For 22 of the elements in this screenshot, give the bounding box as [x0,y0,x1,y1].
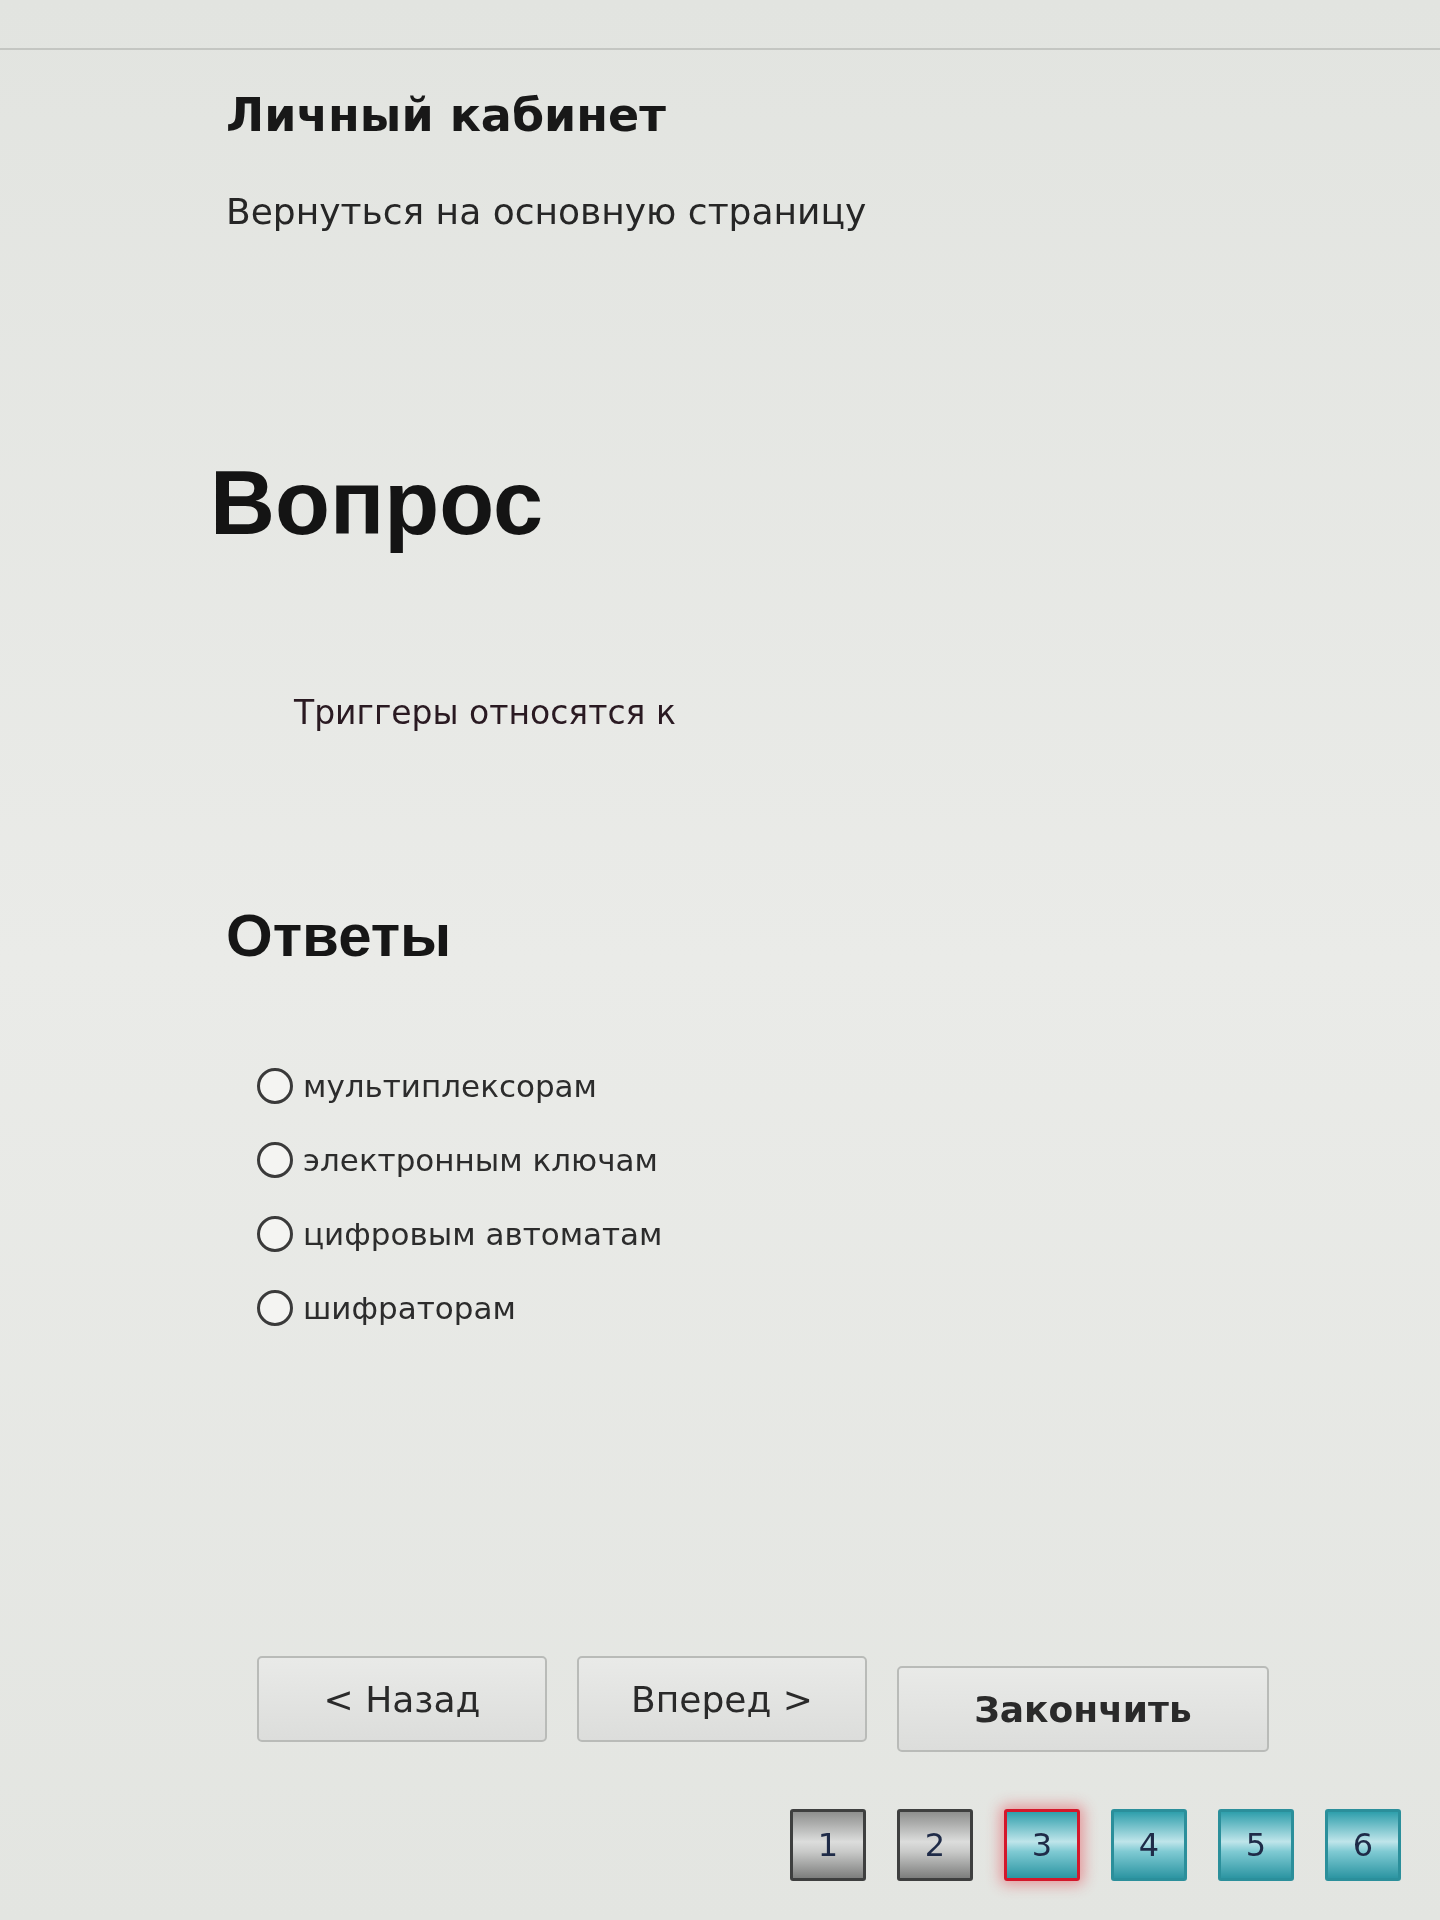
finish-button[interactable]: Закончить [897,1666,1269,1752]
back-to-main-link[interactable]: Вернуться на основную страницу [226,190,867,234]
question-text: Триггеры относятся к [294,692,676,734]
page-number-button[interactable]: 4 [1111,1809,1187,1881]
answer-option[interactable]: шифраторам [303,1286,516,1330]
answer-option[interactable]: цифровым автоматам [303,1212,663,1256]
question-heading: Вопрос [210,455,544,552]
page-number-button[interactable]: 6 [1325,1809,1401,1881]
radio-button[interactable] [257,1290,293,1326]
page-number-button[interactable]: 1 [790,1809,866,1881]
page-title: Личный кабинет [226,88,666,143]
nav-button[interactable]: Вперед > [577,1656,867,1742]
answer-option[interactable]: электронным ключам [303,1138,658,1182]
nav-button[interactable]: < Назад [257,1656,547,1742]
page-number-button[interactable]: 2 [897,1809,973,1881]
answer-option[interactable]: мультиплексорам [303,1064,597,1108]
page-number-button[interactable]: 5 [1218,1809,1294,1881]
radio-button[interactable] [257,1142,293,1178]
radio-button[interactable] [257,1068,293,1104]
answers-heading: Ответы [226,901,452,971]
page-number-button[interactable]: 3 [1004,1809,1080,1881]
radio-button[interactable] [257,1216,293,1252]
